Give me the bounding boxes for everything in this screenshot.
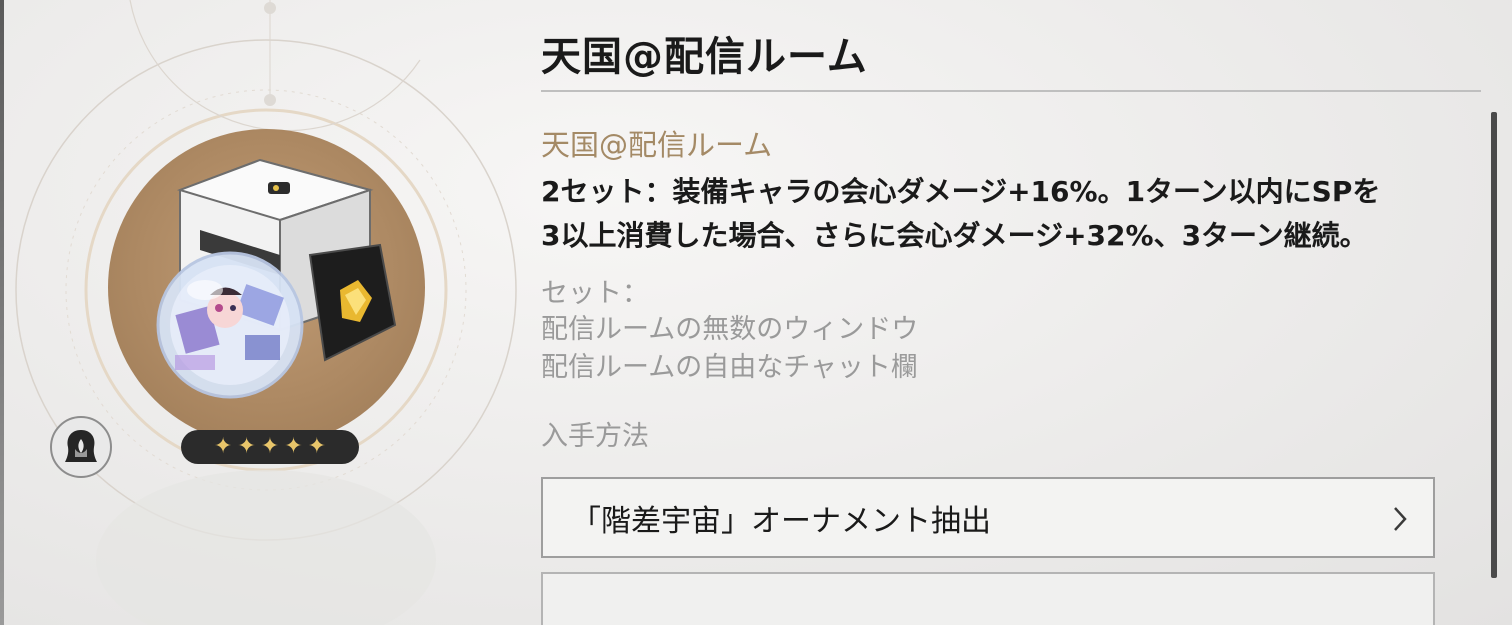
set-effect-description: 2セット：装備キャラの会心ダメージ+16%。1ターン以内にSPを 3以上消費した… <box>541 170 1481 258</box>
star-icon: ✦ <box>284 434 303 459</box>
set-pieces-label: セット： <box>541 278 649 309</box>
obtain-source-button-partial[interactable] <box>541 572 1435 625</box>
relic-title: 天国@配信ルーム <box>541 34 868 80</box>
chevron-right-icon <box>1394 507 1407 531</box>
star-icon: ✦ <box>307 434 327 459</box>
obtain-source-button[interactable]: 「階差宇宙」オーナメント抽出 <box>541 477 1435 558</box>
rarity-stars: ✦ ✦ ✦ ✦ ✦ <box>181 430 359 464</box>
set-piece-2: 配信ルームの自由なチャット欄 <box>541 352 918 383</box>
set-effect-line-2: 3以上消費した場合、さらに会心ダメージ+32%、3ターン継続。 <box>541 219 1368 252</box>
star-icon: ✦ <box>213 434 233 459</box>
scrollbar[interactable] <box>1491 112 1497 578</box>
path-badge[interactable] <box>50 416 112 478</box>
path-emblem-icon <box>65 430 97 462</box>
obtain-method-label: 入手方法 <box>541 421 649 452</box>
obtain-source-label: 「階差宇宙」オーナメント抽出 <box>571 503 991 539</box>
set-effect-line-1: 2セット：装備キャラの会心ダメージ+16%。1ターン以内にSPを <box>541 175 1381 208</box>
title-divider <box>541 90 1481 92</box>
star-icon: ✦ <box>237 434 256 459</box>
set-piece-1: 配信ルームの無数のウィンドウ <box>541 314 919 345</box>
star-icon: ✦ <box>260 434 280 459</box>
relic-artwork <box>156 158 397 399</box>
set-name: 天国@配信ルーム <box>541 128 773 162</box>
